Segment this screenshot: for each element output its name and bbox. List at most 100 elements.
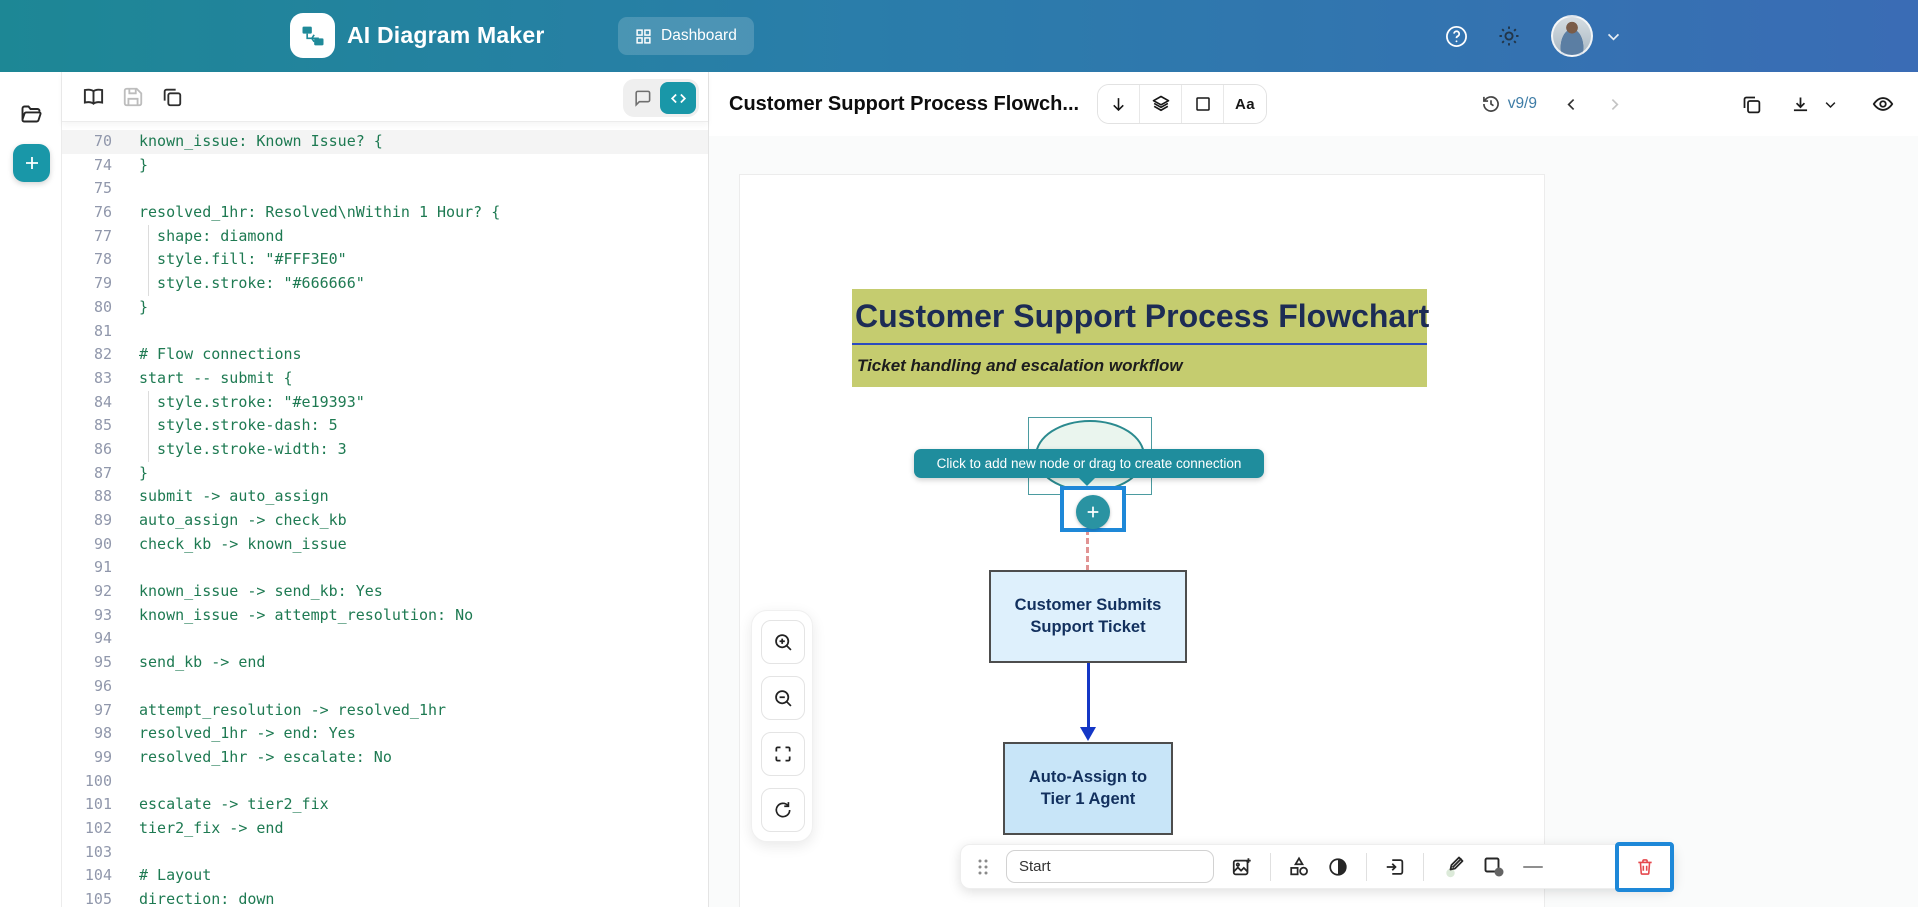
version-history-button[interactable] — [1481, 94, 1501, 114]
theme-toggle-button[interactable] — [1497, 24, 1521, 48]
border-color-button[interactable] — [1482, 855, 1506, 879]
add-node-button[interactable] — [1076, 495, 1110, 529]
add-image-button[interactable] — [1231, 856, 1253, 878]
code-text: known_issue: Known Issue? { — [139, 130, 383, 154]
code-line[interactable]: 79 style.stroke: "#666666" — [62, 272, 708, 296]
code-line[interactable]: 102tier2_fix -> end — [62, 817, 708, 841]
toolbar-divider — [1423, 853, 1424, 881]
code-line[interactable]: 90check_kb -> known_issue — [62, 533, 708, 557]
code-line[interactable]: 92known_issue -> send_kb: Yes — [62, 580, 708, 604]
copy-icon — [1741, 94, 1762, 115]
code-line[interactable]: 75 — [62, 177, 708, 201]
shape-frame-button[interactable] — [1182, 85, 1224, 123]
contrast-button[interactable] — [1327, 856, 1349, 878]
diagram-subtitle: Ticket handling and escalation workflow — [852, 345, 1427, 387]
code-text: # Flow connections — [139, 343, 302, 367]
code-line[interactable]: 76resolved_1hr: Resolved\nWithin 1 Hour?… — [62, 201, 708, 225]
code-text: known_issue -> attempt_resolution: No — [139, 604, 473, 628]
dashboard-button[interactable]: Dashboard — [618, 17, 754, 55]
line-number: 105 — [62, 888, 112, 907]
code-line[interactable]: 85 style.stroke-dash: 5 — [62, 414, 708, 438]
zoom-out-button[interactable] — [761, 676, 805, 720]
code-line[interactable]: 100 — [62, 770, 708, 794]
code-line[interactable]: 91 — [62, 556, 708, 580]
code-line[interactable]: 105direction: down — [62, 888, 708, 907]
code-line[interactable]: 97attempt_resolution -> resolved_1hr — [62, 699, 708, 723]
code-line[interactable]: 94 — [62, 627, 708, 651]
code-line[interactable]: 81 — [62, 320, 708, 344]
code-text: send_kb -> end — [139, 651, 265, 675]
duplicate-button[interactable] — [1741, 94, 1762, 115]
layers-button[interactable] — [1140, 85, 1182, 123]
folder-icon — [19, 102, 43, 126]
code-line[interactable]: 98resolved_1hr -> end: Yes — [62, 722, 708, 746]
version-cluster: v9/9 — [1481, 94, 1623, 114]
code-text: attempt_resolution -> resolved_1hr — [139, 699, 446, 723]
user-menu-button[interactable] — [1551, 15, 1622, 57]
canvas-body[interactable]: Customer Support Process Flowchart Ticke… — [709, 136, 1918, 907]
change-shape-button[interactable] — [1288, 856, 1310, 878]
comments-view-button[interactable] — [626, 83, 658, 113]
zoom-controls — [751, 610, 813, 842]
code-line[interactable]: 84 style.stroke: "#e19393" — [62, 391, 708, 415]
drag-handle[interactable] — [977, 858, 989, 876]
code-text: } — [139, 296, 148, 320]
preview-button[interactable] — [1872, 93, 1894, 115]
dash-icon — [1523, 866, 1543, 868]
code-line[interactable]: 87} — [62, 462, 708, 486]
reset-view-button[interactable] — [761, 788, 805, 832]
node-name-input[interactable] — [1006, 850, 1214, 883]
code-line[interactable]: 74} — [62, 154, 708, 178]
files-button[interactable] — [19, 102, 43, 126]
line-number: 92 — [62, 580, 112, 604]
node-customer-submits[interactable]: Customer Submits Support Ticket — [989, 570, 1187, 663]
code-line[interactable]: 93known_issue -> attempt_resolution: No — [62, 604, 708, 628]
zoom-out-icon — [773, 688, 794, 709]
code-line[interactable]: 96 — [62, 675, 708, 699]
editor-view-toggle — [623, 79, 699, 117]
version-next-button[interactable] — [1606, 96, 1623, 113]
direction-down-button[interactable] — [1098, 85, 1140, 123]
code-toolbar — [62, 72, 708, 122]
code-line[interactable]: 103 — [62, 841, 708, 865]
code-line[interactable]: 101escalate -> tier2_fix — [62, 793, 708, 817]
help-button[interactable] — [1444, 24, 1469, 49]
zoom-in-button[interactable] — [761, 620, 805, 664]
code-line[interactable]: 83start -- submit { — [62, 367, 708, 391]
code-panel: 70known_issue: Known Issue? {74}7576reso… — [62, 72, 709, 907]
code-view-button[interactable] — [660, 82, 696, 114]
node-auto-assign[interactable]: Auto-Assign to Tier 1 Agent — [1003, 742, 1173, 835]
code-line[interactable]: 104# Layout — [62, 864, 708, 888]
stroke-style-button[interactable] — [1523, 866, 1543, 868]
code-line[interactable]: 88submit -> auto_assign — [62, 485, 708, 509]
diagram-title-node[interactable]: Customer Support Process Flowchart Ticke… — [852, 289, 1427, 387]
code-line[interactable]: 95send_kb -> end — [62, 651, 708, 675]
code-line[interactable]: 82# Flow connections — [62, 343, 708, 367]
save-button[interactable] — [122, 86, 144, 108]
code-line[interactable]: 70known_issue: Known Issue? { — [62, 130, 708, 154]
code-line[interactable]: 77 shape: diamond — [62, 225, 708, 249]
move-to-container-button[interactable] — [1384, 856, 1406, 878]
copy-code-button[interactable] — [161, 86, 183, 108]
docs-button[interactable] — [82, 85, 105, 108]
code-line[interactable]: 86 style.stroke-width: 3 — [62, 438, 708, 462]
delete-node-button[interactable] — [1615, 842, 1674, 892]
typography-button[interactable]: Aa — [1224, 85, 1266, 123]
code-text: escalate -> tier2_fix — [139, 793, 329, 817]
code-editor[interactable]: 70known_issue: Known Issue? {74}7576reso… — [62, 122, 708, 907]
plus-icon — [1085, 504, 1101, 520]
version-prev-button[interactable] — [1563, 96, 1580, 113]
code-text: resolved_1hr: Resolved\nWithin 1 Hour? { — [139, 201, 500, 225]
download-options-button[interactable] — [1823, 97, 1838, 112]
fit-view-button[interactable] — [761, 732, 805, 776]
code-line[interactable]: 78 style.fill: "#FFF3E0" — [62, 248, 708, 272]
sun-icon — [1497, 24, 1521, 48]
code-line[interactable]: 80} — [62, 296, 708, 320]
canvas-actions — [1741, 93, 1894, 115]
fill-color-button[interactable] — [1441, 855, 1465, 879]
download-button[interactable] — [1790, 94, 1811, 115]
code-line[interactable]: 99resolved_1hr -> escalate: No — [62, 746, 708, 770]
line-number: 79 — [62, 272, 112, 296]
new-diagram-button[interactable] — [13, 144, 50, 182]
code-line[interactable]: 89auto_assign -> check_kb — [62, 509, 708, 533]
